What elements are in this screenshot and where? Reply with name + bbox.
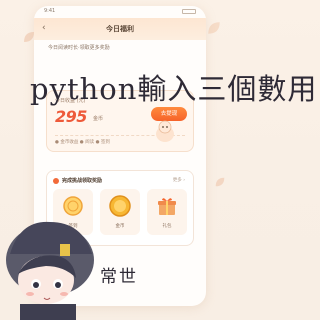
overlay-subtitle: 常世: [100, 267, 138, 287]
earnings-stat: ● 金币收益 ● 阅读 ● 签到: [55, 140, 110, 145]
top-bar: ‹ 今日福利: [34, 18, 206, 40]
lead-text: 今日阅读时长·领取更多奖励: [48, 45, 110, 51]
overlay-title: python輸入三個數用: [30, 72, 318, 106]
leaf-decoration-icon: [208, 22, 220, 34]
earnings-unit: 金币: [93, 116, 104, 122]
task-dot-icon: [53, 177, 59, 184]
tasks-more-link[interactable]: 更多 ›: [173, 177, 185, 183]
gift-box-icon: [158, 198, 176, 215]
status-bar: 9:41: [34, 6, 206, 18]
battery-icon: [182, 9, 196, 14]
tasks-header: 完成挑战领取奖励: [53, 177, 102, 184]
character-illustration-icon: [6, 221, 94, 320]
reward-name: 礼包: [162, 224, 172, 229]
tasks-title: 完成挑战领取奖励: [62, 178, 103, 184]
page-title: 今日福利: [106, 25, 134, 33]
mascot-icon: [156, 120, 174, 142]
leaf-decoration-icon: [215, 177, 225, 187]
reward-item[interactable]: 礼包: [147, 189, 187, 235]
status-time: 9:41: [44, 8, 56, 14]
earnings-amount: 295: [55, 107, 87, 126]
